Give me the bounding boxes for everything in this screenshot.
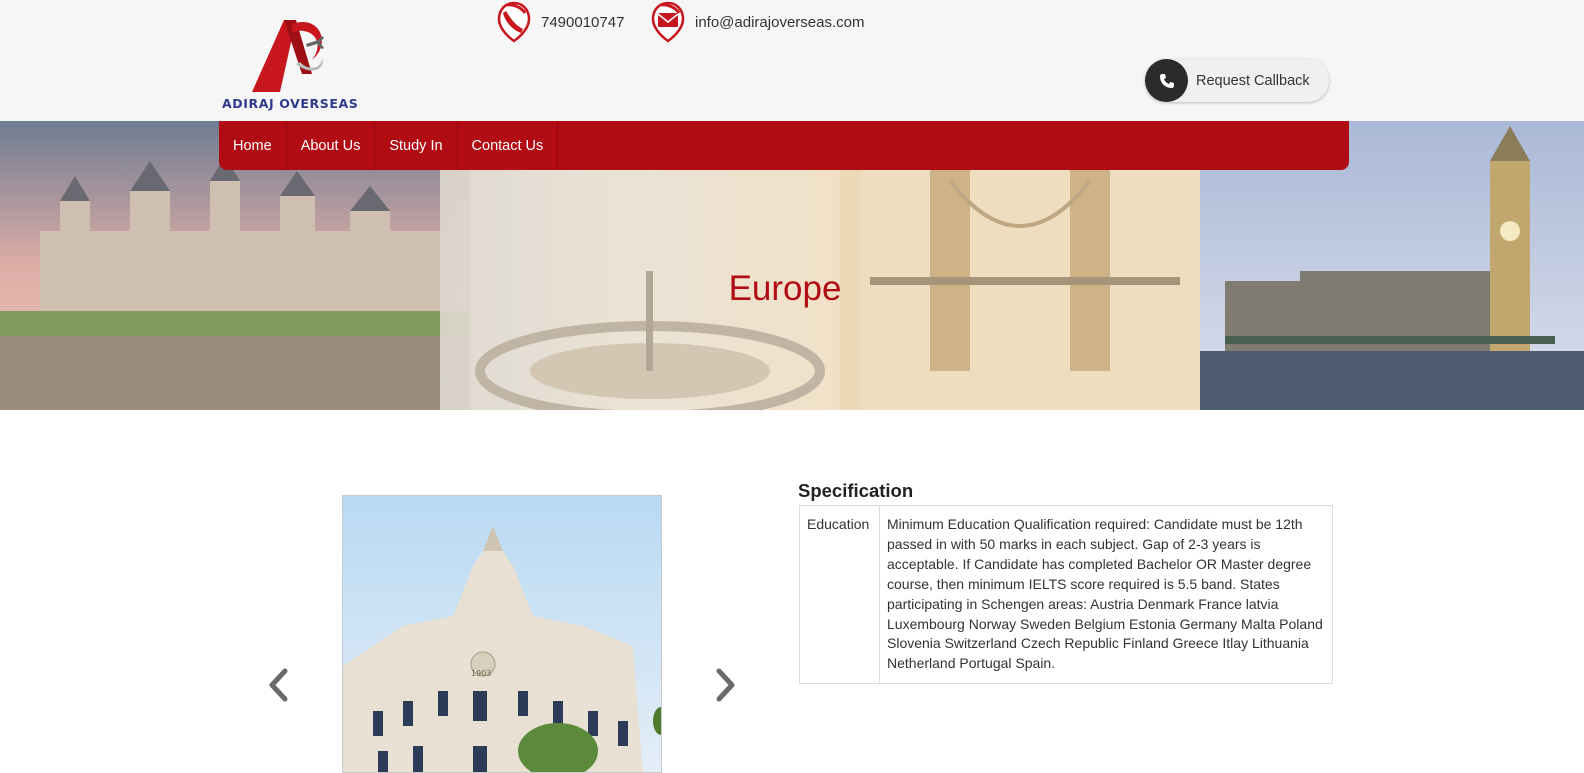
email-contact[interactable]: info@adirajoverseas.com: [651, 0, 864, 44]
spec-value: Minimum Education Qualification required…: [879, 504, 1333, 685]
phone-number: 7490010747: [541, 13, 625, 31]
phone-icon: [497, 1, 531, 43]
email-address: info@adirajoverseas.com: [695, 13, 865, 31]
brand-name: ADIRAJ OVERSEAS: [222, 96, 359, 111]
brand-logo[interactable]: ADIRAJ OVERSEAS: [222, 14, 362, 114]
nav-study-in[interactable]: Study In: [375, 121, 458, 170]
chevron-right-icon[interactable]: [713, 665, 739, 705]
nav-contact-us[interactable]: Contact Us: [458, 121, 559, 170]
request-callback-label: Request Callback: [1196, 72, 1310, 89]
nav-about-us[interactable]: About Us: [287, 121, 376, 170]
request-callback-button[interactable]: Request Callback: [1145, 59, 1329, 102]
spec-key: Education: [799, 504, 880, 685]
svg-text:1903: 1903: [471, 669, 491, 678]
mail-icon: [651, 1, 685, 43]
carousel-image: 1903: [342, 495, 662, 773]
chevron-left-icon[interactable]: [265, 665, 291, 705]
phone-icon: [1145, 59, 1188, 102]
specification-heading: Specification: [798, 480, 914, 501]
logo-mark-icon: [252, 20, 324, 92]
nav-home[interactable]: Home: [219, 121, 287, 170]
main-navigation: Home About Us Study In Contact Us: [219, 121, 1349, 170]
page-title: Europe: [728, 269, 842, 308]
specification-table: Education Minimum Education Qualificatio…: [799, 504, 1333, 685]
header: ADIRAJ OVERSEAS 7490010747 info@adirajov…: [0, 0, 1584, 121]
phone-contact[interactable]: 7490010747: [497, 0, 624, 44]
table-row: Education Minimum Education Qualificatio…: [799, 504, 1333, 685]
